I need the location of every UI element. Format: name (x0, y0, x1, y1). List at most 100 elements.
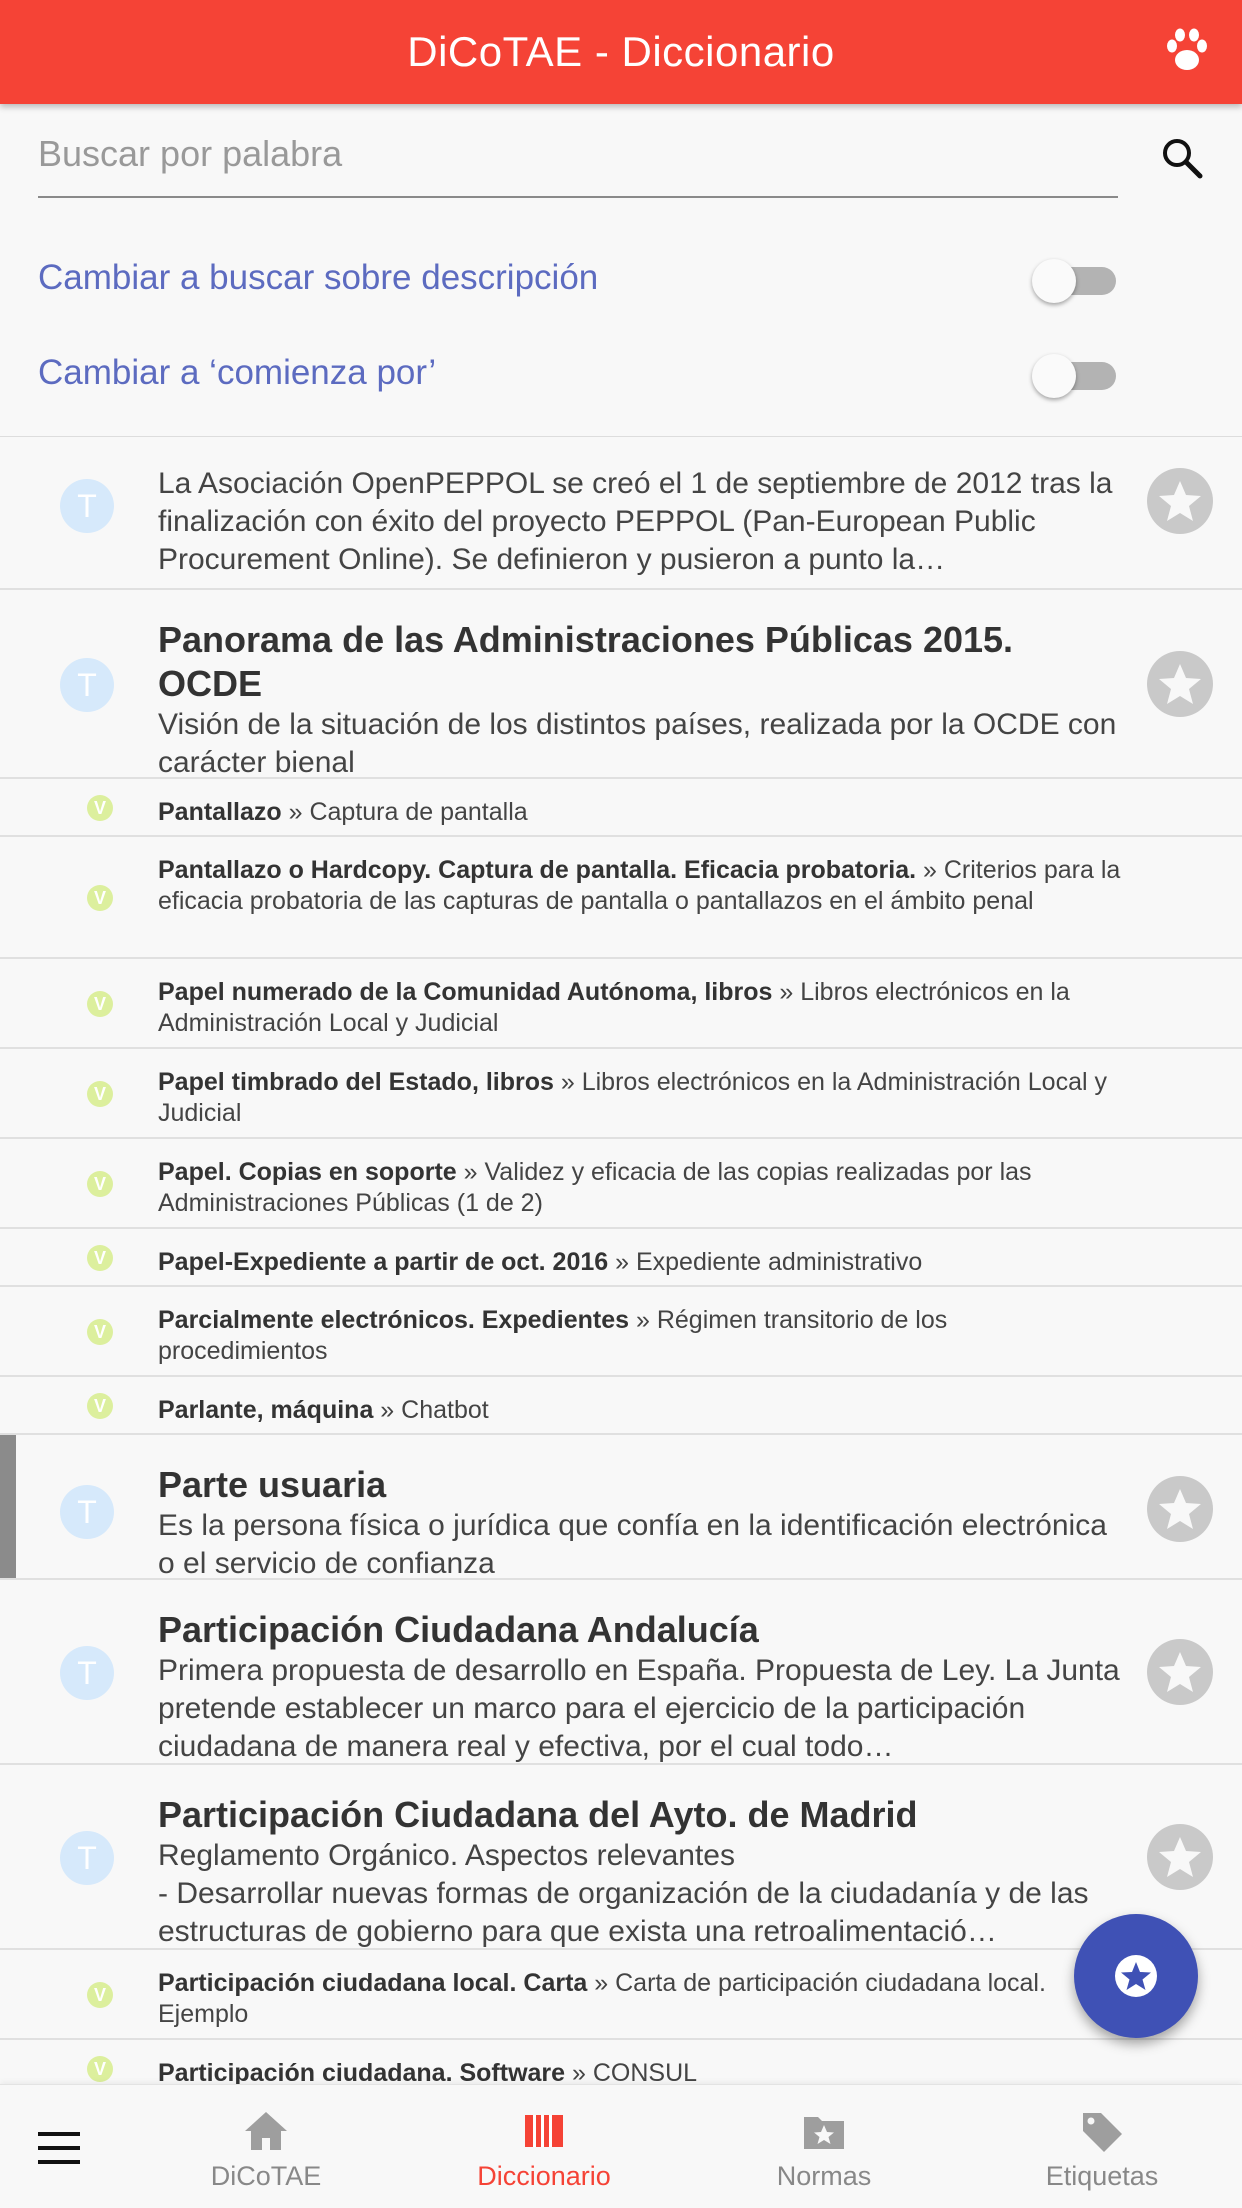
list-item[interactable]: T Participación Ciudadana Andalucía Prim… (0, 1580, 1242, 1765)
star-icon[interactable] (1146, 1475, 1214, 1543)
tab-dicotae[interactable]: DiCoTAE (166, 2085, 366, 2208)
favorites-fab-button[interactable] (1074, 1914, 1198, 2038)
list-item[interactable]: V Papel numerado de la Comunidad Autónom… (0, 959, 1242, 1049)
entry-text: Parcialmente electrónicos. Expedientes »… (158, 1305, 1122, 1367)
search-input[interactable] (38, 124, 1118, 184)
see-badge-icon: V (87, 1245, 113, 1271)
switch-knob (1032, 354, 1076, 398)
see-badge-icon: V (87, 1081, 113, 1107)
star-icon[interactable] (1146, 467, 1214, 535)
list-item[interactable]: T Panorama de las Administraciones Públi… (0, 590, 1242, 779)
entry-text: Parlante, máquina » Chatbot (158, 1395, 1122, 1426)
list-item[interactable]: V Papel-Expediente a partir de oct. 2016… (0, 1229, 1242, 1287)
see-badge-icon: V (87, 1171, 113, 1197)
entry-title: Participación Ciudadana del Ayto. de Mad… (158, 1794, 918, 1835)
search-icon[interactable] (1160, 136, 1204, 180)
tab-label: Diccionario (477, 2161, 611, 2191)
entry-separator: » (553, 1068, 582, 1096)
entry-title: Pantallazo (158, 798, 282, 826)
entry-text: Participación ciudadana. Software » CONS… (158, 2058, 1122, 2084)
entry-separator: » (629, 1306, 657, 1334)
star-icon[interactable] (1146, 1638, 1214, 1706)
entry-text: Papel timbrado del Estado, libros » Libr… (158, 1067, 1122, 1129)
hamburger-menu-icon[interactable] (36, 2129, 84, 2167)
entry-title: Panorama de las Administraciones Pública… (158, 619, 1014, 704)
paw-icon[interactable] (1162, 26, 1212, 76)
list-item[interactable]: T La Asociación OpenPEPPOL se creó el 1 … (0, 437, 1242, 590)
entry-title: Participación ciudadana. Software (158, 2059, 566, 2084)
see-badge-icon: V (87, 1319, 113, 1345)
see-badge-icon: V (87, 991, 113, 1017)
entry-text: Papel numerado de la Comunidad Autónoma,… (158, 977, 1122, 1039)
search-field[interactable] (38, 124, 1118, 198)
tab-label: Etiquetas (1045, 2161, 1159, 2191)
entry-title: Parcialmente electrónicos. Expedientes (158, 1306, 630, 1334)
tab-diccionario[interactable]: Diccionario (444, 2085, 644, 2208)
list-item[interactable]: V Participación ciudadana. Software » CO… (0, 2040, 1242, 2084)
entry-title: Papel timbrado del Estado, libros (158, 1068, 554, 1096)
entry-separator: » (916, 856, 944, 884)
entry-text: Pantallazo o Hardcopy. Captura de pantal… (158, 855, 1122, 917)
entry-description: Reglamento Orgánico. Aspectos relevantes… (158, 1839, 1089, 1948)
see-badge-icon: V (87, 1982, 113, 2008)
term-badge-icon: T (60, 1646, 114, 1700)
star-icon[interactable] (1146, 650, 1214, 718)
switch-knob (1032, 259, 1076, 303)
app-title: DiCoTAE - Diccionario (407, 28, 835, 75)
home-icon (245, 2112, 287, 2150)
entry-text: Papel-Expediente a partir de oct. 2016 »… (158, 1247, 1122, 1278)
tab-label: DiCoTAE (210, 2161, 322, 2191)
tab-normas[interactable]: Normas (724, 2085, 924, 2208)
see-badge-icon: V (87, 885, 113, 911)
list-item[interactable]: V Participación ciudadana local. Carta »… (0, 1950, 1242, 2040)
see-badge-icon: V (87, 1393, 113, 1419)
list-item[interactable]: V Pantallazo o Hardcopy. Captura de pant… (0, 837, 1242, 959)
entry-description: Primera propuesta de desarrollo en Españ… (158, 1654, 1120, 1763)
entry-description: La Asociación OpenPEPPOL se creó el 1 de… (158, 467, 1113, 576)
see-badge-icon: V (87, 2056, 113, 2082)
list-item[interactable]: V Papel. Copias en soporte » Validez y e… (0, 1139, 1242, 1229)
toggle-description-row: Cambiar a buscar sobre descripción (38, 248, 1118, 308)
entry-separator: » (281, 798, 310, 826)
entry-target: Captura de pantalla (309, 798, 528, 826)
term-badge-icon: T (60, 1485, 114, 1539)
entry-separator: » (608, 1248, 636, 1276)
bottom-navigation: DiCoTAE Diccionario Normas Etiquetas (0, 2084, 1242, 2208)
entry-separator: » (373, 1396, 402, 1424)
entry-title: Papel numerado de la Comunidad Autónoma,… (158, 978, 773, 1006)
list-item[interactable]: V Parcialmente electrónicos. Expedientes… (0, 1287, 1242, 1377)
list-item[interactable]: T Parte usuaria Es la persona física o j… (0, 1435, 1242, 1580)
see-badge-icon: V (87, 795, 113, 821)
list-item[interactable]: V Pantallazo » Captura de pantalla (0, 779, 1242, 837)
book-icon (525, 2115, 563, 2147)
entry-separator: » (587, 1969, 616, 1997)
toggle-starts-with-row: Cambiar a ‘comienza por’ (38, 343, 1118, 403)
tab-etiquetas[interactable]: Etiquetas (1002, 2085, 1202, 2208)
dictionary-list[interactable]: T La Asociación OpenPEPPOL se creó el 1 … (0, 436, 1242, 2084)
star-icon[interactable] (1146, 1823, 1214, 1891)
entry-description: Es la persona física o jurídica que conf… (158, 1509, 1107, 1580)
entry-title: Participación Ciudadana Andalucía (158, 1609, 759, 1650)
list-item[interactable]: V Papel timbrado del Estado, libros » Li… (0, 1049, 1242, 1139)
toggle-description-label: Cambiar a buscar sobre descripción (38, 258, 599, 297)
entry-separator: » (772, 978, 801, 1006)
entry-title: Pantallazo o Hardcopy. Captura de pantal… (158, 856, 917, 884)
entry-text: Papel. Copias en soporte » Validez y efi… (158, 1157, 1122, 1219)
folder-star-icon (804, 2117, 844, 2149)
term-badge-icon: T (60, 1831, 114, 1885)
star-circle-icon (1115, 1955, 1157, 1997)
entry-target: Expediente administrativo (635, 1248, 923, 1276)
entry-title: Papel. Copias en soporte (158, 1158, 457, 1186)
toggle-description-switch[interactable] (1032, 255, 1118, 303)
entry-text: Pantallazo » Captura de pantalla (158, 797, 1122, 828)
list-item[interactable]: V Parlante, máquina » Chatbot (0, 1377, 1242, 1435)
entry-separator: » (456, 1158, 485, 1186)
entry-title: Papel-Expediente a partir de oct. 2016 (158, 1248, 609, 1276)
toggle-starts-with-switch[interactable] (1032, 350, 1118, 398)
tag-icon (1083, 2113, 1122, 2152)
entry-title: Participación ciudadana local. Carta (158, 1969, 588, 1997)
entry-text: Participación ciudadana local. Carta » C… (158, 1968, 1122, 2030)
list-item[interactable]: T Participación Ciudadana del Ayto. de M… (0, 1765, 1242, 1950)
entry-title: Parlante, máquina (158, 1396, 374, 1424)
entry-description: Visión de la situación de los distintos … (158, 708, 1117, 779)
